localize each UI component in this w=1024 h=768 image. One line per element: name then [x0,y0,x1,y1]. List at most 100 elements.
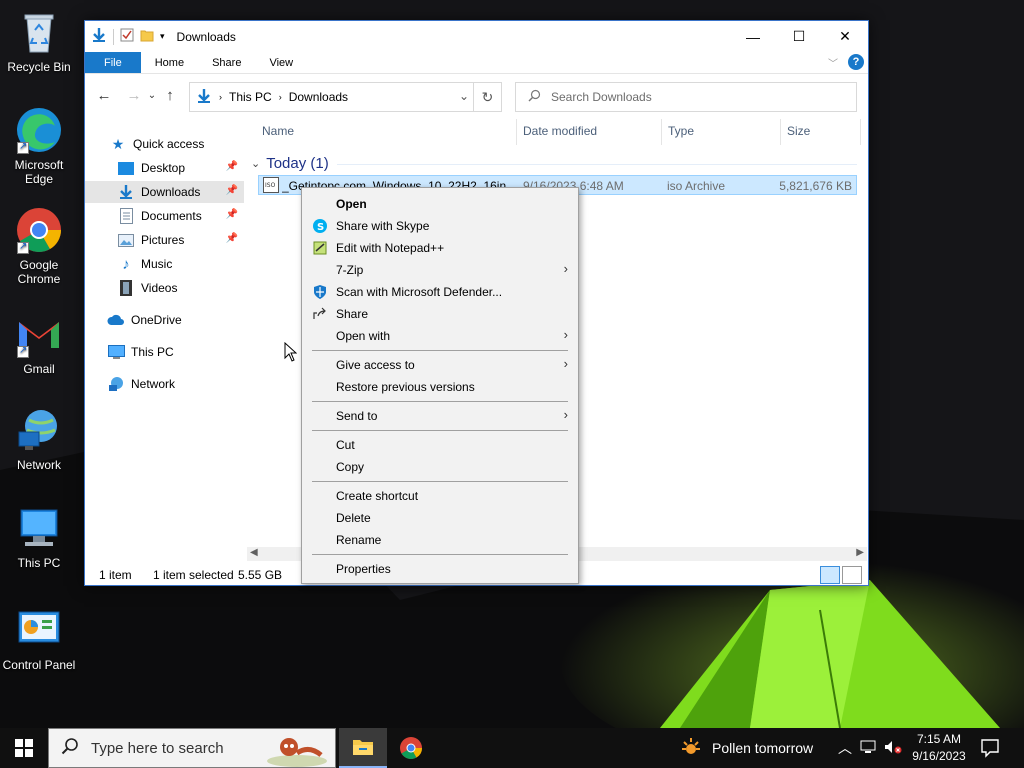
group-header-today[interactable]: ⌄ Today (1) [251,155,329,172]
item-count: 1 item [99,568,132,582]
menu-item-share[interactable]: Share [302,303,578,325]
weather-widget[interactable]: Pollen tomorrow [680,728,813,768]
taskbar-clock[interactable]: 7:15 AM 9/16/2023 [906,731,972,765]
nav-network[interactable]: Network [85,373,244,395]
notepad-plus-plus-icon [312,240,328,256]
menu-item-properties[interactable]: Properties [302,558,578,580]
large-icons-view-button[interactable] [842,566,862,584]
breadcrumb-downloads[interactable]: Downloads [289,90,348,104]
menu-item-share-with-skype[interactable]: S Share with Skype [302,215,578,237]
up-button[interactable]: ↑ [159,84,181,106]
nav-item-documents[interactable]: Documents 📌 [85,205,244,227]
desktop-icon-edge[interactable]: Microsoft Edge [0,106,78,186]
cloud-icon [107,312,125,328]
address-bar[interactable]: › This PC › Downloads ⌄ ↻ [189,82,502,112]
menu-item-cut[interactable]: Cut [302,434,578,456]
this-pc-icon [15,504,63,552]
ribbon-tabs: File Home Share View ﹀ ? [85,52,868,74]
search-box[interactable]: Search Downloads [515,82,857,112]
scroll-left-icon[interactable]: ◀ [250,547,258,558]
menu-item-scan-defender[interactable]: Scan with Microsoft Defender... [302,281,578,303]
chevron-down-icon: ⌄ [251,158,261,170]
recent-locations-button[interactable]: ⌄ [145,84,159,106]
navigation-pane: ★ Quick access Desktop 📌 Downloads 📌 Doc… [85,117,244,557]
maximize-button[interactable]: ☐ [776,21,822,52]
menu-item-give-access[interactable]: Give access to › [302,354,578,376]
nav-item-downloads[interactable]: Downloads 📌 [85,181,244,203]
pin-icon[interactable]: 📌 [226,233,238,244]
pin-icon[interactable]: 📌 [226,161,238,172]
back-button[interactable]: ← [93,84,115,106]
scroll-right-icon[interactable]: ▶ [856,547,864,558]
tab-home[interactable]: Home [141,52,198,73]
downloads-arrow-icon [91,27,107,46]
pin-icon[interactable]: 📌 [226,185,238,196]
expand-ribbon-icon[interactable]: ﹀ [828,55,838,70]
tab-file[interactable]: File [85,52,141,73]
chevron-down-icon[interactable]: ⌄ [459,89,469,103]
taskbar-chrome[interactable] [387,728,435,768]
menu-item-open[interactable]: Open [302,193,578,215]
help-icon[interactable]: ? [848,54,864,70]
desktop-icon-this-pc[interactable]: This PC [0,504,78,570]
edge-icon [15,106,63,154]
music-note-icon: ♪ [122,255,130,273]
system-tray: ︿ [838,728,902,768]
desktop-icon-network[interactable]: Network [0,406,78,472]
start-button[interactable] [0,728,48,768]
menu-item-copy[interactable]: Copy [302,456,578,478]
nav-this-pc[interactable]: This PC [85,341,244,363]
tab-share[interactable]: Share [198,52,255,73]
tab-view[interactable]: View [255,52,307,73]
column-header-size[interactable]: Size [787,117,810,145]
windows-logo-icon [15,739,33,757]
pin-icon[interactable]: 📌 [226,209,238,220]
minimize-button[interactable]: — [730,21,776,52]
desktop-icon-recycle-bin[interactable]: Recycle Bin [0,8,78,74]
customize-quick-access-icon[interactable]: ▾ [160,31,165,42]
search-icon [528,89,541,105]
taskbar-search-input[interactable]: Type here to search [91,740,224,757]
notification-center-icon[interactable] [980,738,1000,758]
new-folder-icon[interactable] [140,28,154,45]
taskbar-file-explorer[interactable] [339,728,387,768]
desktop-icon-control-panel[interactable]: Control Panel [0,606,78,672]
nav-item-videos[interactable]: Videos [85,277,244,299]
properties-check-icon[interactable] [120,28,134,45]
volume-muted-icon[interactable] [884,740,902,757]
menu-item-create-shortcut[interactable]: Create shortcut [302,485,578,507]
folder-icon [353,740,373,755]
file-size: 5,821,676 KB [779,179,852,193]
close-button[interactable]: ✕ [822,21,868,52]
column-header-name[interactable]: Name [262,117,294,145]
nav-item-music[interactable]: ♪ Music [85,253,244,275]
nav-onedrive[interactable]: OneDrive [85,309,244,331]
search-input[interactable]: Search Downloads [551,90,652,104]
menu-item-rename[interactable]: Rename [302,529,578,551]
column-header-type[interactable]: Type [668,117,694,145]
taskbar-search-box[interactable]: Type here to search [48,728,336,768]
breadcrumb-this-pc[interactable]: This PC [229,90,272,104]
menu-item-delete[interactable]: Delete [302,507,578,529]
nav-quick-access[interactable]: ★ Quick access [85,133,244,155]
desktop-icon-gmail[interactable]: Gmail [0,310,78,376]
refresh-button[interactable]: ↻ [473,83,501,111]
breadcrumb-separator-icon: › [219,92,222,102]
gmail-icon [15,310,63,358]
chevron-up-icon[interactable]: ︿ [838,738,852,758]
column-header-date[interactable]: Date modified [523,117,597,145]
mouse-cursor-icon [284,342,297,362]
menu-item-send-to[interactable]: Send to › [302,405,578,427]
details-view-button[interactable] [820,566,840,584]
desktop-icon-chrome[interactable]: Google Chrome [0,206,78,286]
pollen-icon [680,736,702,761]
menu-item-open-with[interactable]: Open with › [302,325,578,347]
network-status-icon[interactable] [860,740,876,757]
menu-item-edit-with-notepad[interactable]: Edit with Notepad++ [302,237,578,259]
nav-item-desktop[interactable]: Desktop 📌 [85,157,244,179]
breadcrumb-separator-icon: › [278,92,282,102]
menu-item-7zip[interactable]: 7-Zip › [302,259,578,281]
nav-item-pictures[interactable]: Pictures 📌 [85,229,244,251]
forward-button[interactable]: → [123,84,145,106]
menu-item-restore-versions[interactable]: Restore previous versions [302,376,578,398]
